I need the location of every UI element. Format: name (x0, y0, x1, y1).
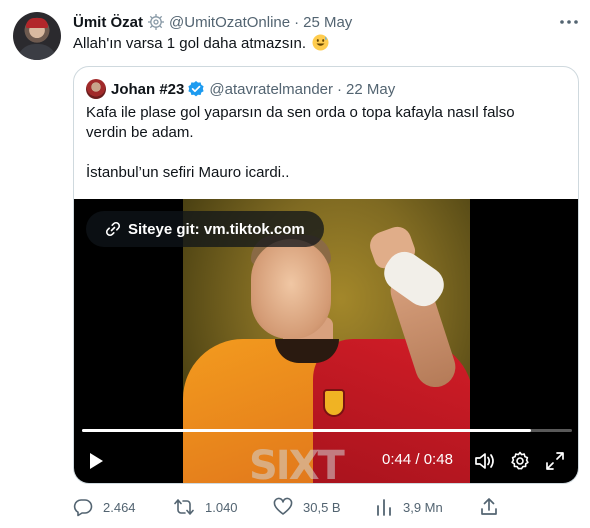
duration: 0:48 (423, 451, 453, 468)
quote-date[interactable]: 22 May (346, 81, 395, 98)
fullscreen-icon[interactable] (543, 449, 567, 473)
header-separator: · (294, 13, 300, 31)
action-bar: 2.464 1.040 30,5 B 3,9 Mn (73, 496, 573, 518)
video-time: 0:44 / 0:48 (382, 451, 453, 468)
repost-count: 1.040 (205, 499, 238, 515)
quote-text: Kafa ile plase gol yaparsın da sen orda … (86, 103, 566, 183)
quote-header: Johan #23 @atavratelmander · 22 May (86, 79, 395, 99)
avatar[interactable] (13, 12, 61, 60)
quote-line: verdin be adam. (86, 124, 194, 141)
reply-count: 2.464 (103, 499, 136, 515)
video-progress-fill (82, 429, 532, 432)
quote-line: İstanbul’un sefiri Mauro icardi.. (86, 164, 290, 181)
visit-site-button[interactable]: Siteye git: vm.tiktok.com (86, 211, 324, 247)
quote-line: Kafa ile plase gol yaparsın da sen orda … (86, 104, 515, 121)
club-crest-icon (323, 389, 345, 417)
quote-avatar[interactable] (86, 79, 106, 99)
repost-icon (174, 499, 194, 515)
link-icon (105, 221, 121, 237)
time-separator: / (411, 451, 424, 468)
gear-icon[interactable] (508, 449, 532, 473)
bar-chart-icon (377, 499, 391, 516)
view-count: 3,9 Mn (403, 499, 443, 515)
play-icon[interactable] (84, 449, 108, 473)
like-button[interactable]: 30,5 B (273, 496, 341, 518)
gear-badge-icon (147, 13, 165, 31)
grinning-sweat-emoji-icon (312, 34, 329, 51)
quote-header-separator: · (337, 80, 342, 98)
views-button[interactable]: 3,9 Mn (375, 496, 443, 518)
tweet-body: Allah'ın varsa 1 gol daha atmazsın. (73, 35, 306, 52)
like-count: 30,5 B (303, 499, 341, 515)
visit-site-label: Siteye git: vm.tiktok.com (128, 220, 305, 238)
share-icon (481, 498, 497, 515)
tweet-header: Ümit Özat @UmitOzatOnline · 25 May (73, 11, 352, 33)
repost-button[interactable]: 1.040 (173, 496, 238, 518)
video-player[interactable]: SIXT Siteye git: vm.tiktok.com 0:44 / 0:… (74, 199, 578, 484)
author-handle[interactable]: @UmitOzatOnline (169, 14, 290, 31)
quote-author-handle[interactable]: @atavratelmander (209, 81, 333, 98)
current-time: 0:44 (382, 451, 412, 468)
author-name[interactable]: Ümit Özat (73, 14, 143, 31)
reply-icon (73, 499, 93, 517)
volume-icon[interactable] (473, 449, 497, 473)
quote-author-name[interactable]: Johan #23 (111, 81, 184, 98)
tweet-date[interactable]: 25 May (303, 14, 352, 31)
video-progress-bar[interactable] (82, 429, 572, 432)
tweet: Ümit Özat @UmitOzatOnline · 25 May Allah… (0, 0, 590, 528)
share-button[interactable] (479, 496, 509, 518)
verified-badge-icon (187, 80, 205, 98)
sponsor-logo: SIXT (249, 443, 345, 484)
avatar-cap (26, 18, 48, 28)
tweet-text: Allah'ın varsa 1 gol daha atmazsın. (73, 34, 329, 54)
more-options-icon[interactable] (557, 12, 581, 32)
reply-button[interactable]: 2.464 (73, 496, 136, 518)
heart-icon (273, 497, 293, 515)
quoted-tweet[interactable]: Johan #23 @atavratelmander · 22 May Kafa… (73, 66, 579, 484)
avatar-shirt (17, 44, 57, 60)
